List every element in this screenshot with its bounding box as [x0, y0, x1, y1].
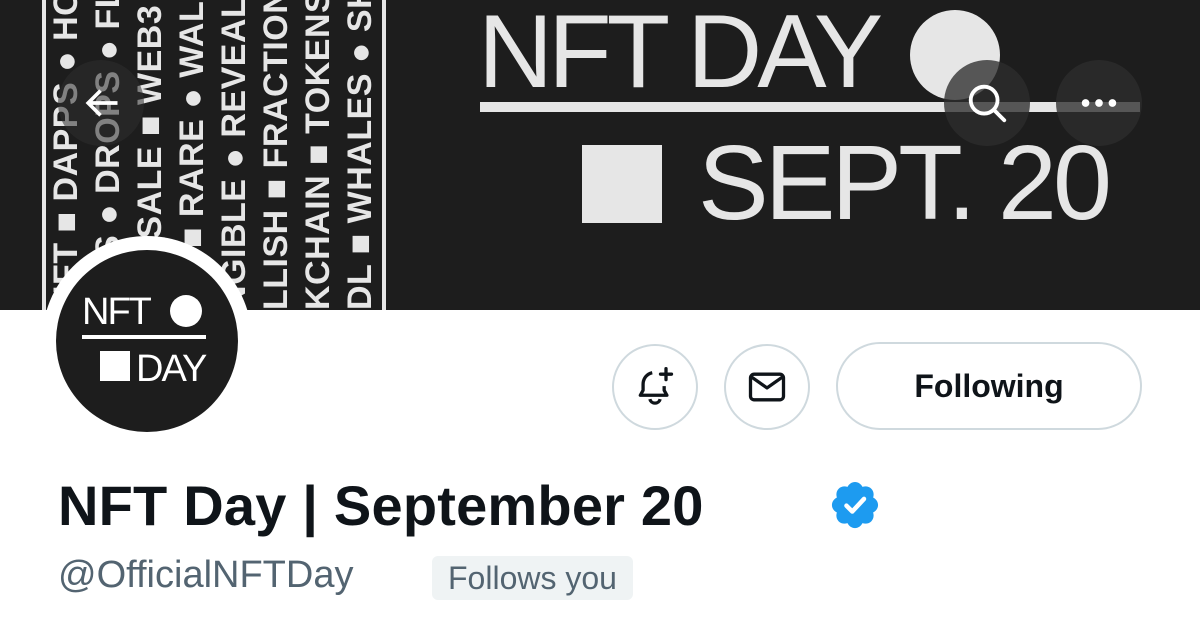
banner-rule	[480, 102, 1140, 112]
banner-date: SEPT. 20	[698, 124, 1112, 242]
strip-column: LLISH ■ FRACTIONAL ■	[257, 0, 295, 310]
following-button[interactable]: Following	[836, 342, 1142, 430]
notifications-button[interactable]	[612, 344, 698, 430]
more-button[interactable]	[1056, 60, 1142, 146]
bell-plus-icon	[638, 367, 674, 405]
display-name: NFT Day | September 20	[58, 474, 704, 537]
banner-square	[582, 145, 662, 223]
verified-badge-icon[interactable]	[828, 478, 882, 532]
user-handle[interactable]: @OfficialNFTDay	[58, 552, 353, 598]
more-dots-icon	[1081, 99, 1117, 107]
banner-title: NFT DAY	[478, 0, 883, 110]
avatar[interactable]: NFT DAY	[56, 250, 238, 432]
envelope-icon	[748, 372, 786, 402]
avatar-line2: DAY	[136, 348, 207, 390]
message-button[interactable]	[724, 344, 810, 430]
nft-day-logo: NFT DAY	[82, 291, 209, 390]
strip-column: KCHAIN ■ TOKENS ● GAS	[299, 0, 337, 310]
strip-column: DL ■ WHALES ● SHILL ■	[341, 0, 379, 310]
back-button[interactable]	[58, 60, 144, 146]
avatar-line1: NFT	[82, 291, 152, 333]
follows-you-badge: Follows you	[432, 556, 633, 600]
search-button[interactable]	[944, 60, 1030, 146]
arrow-left-icon	[85, 89, 118, 117]
search-icon	[968, 84, 1007, 123]
